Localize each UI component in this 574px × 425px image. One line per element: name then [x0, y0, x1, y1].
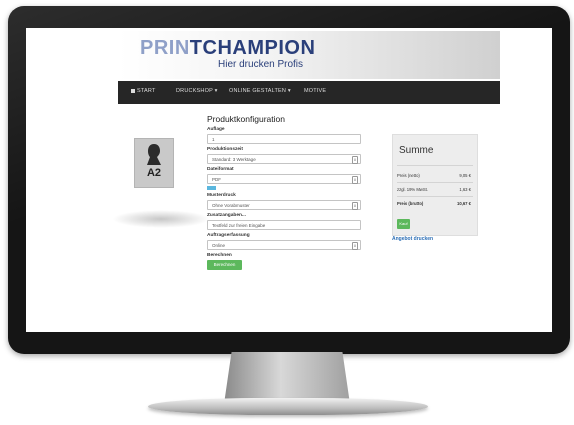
nav-item-online-gestalten[interactable]: ONLINE GESTALTEN ▾ [229, 88, 291, 94]
produktionszeit-value: Standard: 3 Werktage [212, 157, 256, 162]
form-title: Produktkonfiguration [207, 114, 285, 124]
select-arrows-icon: ⇕ [352, 242, 358, 250]
logo-tagline: Hier drucken Profis [218, 59, 304, 70]
monitor-stand-base [148, 398, 428, 415]
buy-button[interactable]: Kauf [397, 219, 410, 229]
calculate-button[interactable]: Berechnen [207, 260, 242, 270]
summary-row-value: 9,05 € [459, 173, 471, 178]
info-chip[interactable] [207, 186, 216, 190]
logo-light-text: PRIN [140, 37, 190, 59]
nav-item-druckshop[interactable]: DRUCKSHOP ▾ [176, 88, 218, 94]
nav-item-start[interactable]: START [137, 88, 156, 94]
main-navbar: START DRUCKSHOP ▾ ONLINE GESTALTEN ▾ MOT… [118, 81, 500, 104]
produktionszeit-select[interactable]: Standard: 3 Werktage ⇕ [207, 154, 361, 164]
monitor-stand-neck [224, 352, 350, 404]
screen: PRINTCHAMPION Hier drucken Profis START … [26, 28, 552, 332]
summary-row-label: Preis (brutto) [397, 201, 424, 206]
select-arrows-icon: ⇕ [352, 176, 358, 184]
summary-row-value: 10,67 € [457, 201, 471, 206]
zusatzangaben-input[interactable]: Textfeld zur freien Eingabe [207, 220, 361, 230]
dateiformat-label: Dateiformat [207, 167, 234, 172]
summary-row-gross: Preis (brutto) 10,67 € [397, 201, 473, 206]
zusatzangaben-label: Zusatzangaben... [207, 213, 246, 218]
auflage-input[interactable]: 1 [207, 134, 361, 144]
dateiformat-select[interactable]: PDF ⇕ [207, 174, 361, 184]
nav-item-motive[interactable]: MOTIVE [304, 88, 326, 94]
auflage-label: Auflage [207, 127, 225, 132]
select-arrows-icon: ⇕ [352, 156, 358, 164]
product-thumbnail: A2 [134, 138, 174, 188]
produktionszeit-label: Produktionszeit [207, 147, 243, 152]
auftragserfassung-label: Auftragserfassung [207, 233, 250, 238]
summary-panel: Summe Preis (netto) 9,05 € zzgl. 19% MwS… [392, 134, 478, 236]
zusatzangaben-placeholder: Textfeld zur freien Eingabe [212, 223, 266, 228]
auftragserfassung-select[interactable]: Online ⇕ [207, 240, 361, 250]
summary-row-vat: zzgl. 19% MwSt. 1,63 € [397, 187, 473, 192]
dateiformat-value: PDF [212, 177, 221, 182]
summary-divider [397, 196, 473, 197]
product-config-form: Produktkonfiguration Auflage 1 Produktio… [207, 114, 361, 270]
berechnen-label: Berechnen [207, 253, 232, 258]
summary-row-value: 1,63 € [459, 187, 471, 192]
product-size-label: A2 [146, 167, 162, 179]
musterdruck-select[interactable]: Ohne Vorabmuster ⇕ [207, 200, 361, 210]
auftragserfassung-value: Online [212, 243, 226, 248]
musterdruck-value: Ohne Vorabmuster [212, 203, 250, 208]
summary-title: Summe [399, 145, 434, 156]
summary-row-net: Preis (netto) 9,05 € [397, 173, 473, 178]
musterdruck-label: Musterdruck [207, 193, 236, 198]
select-arrows-icon: ⇕ [352, 202, 358, 210]
product-shadow [112, 210, 210, 228]
logo-bold-text: TCHAMPION [189, 37, 316, 59]
summary-divider [397, 182, 473, 183]
print-offer-link[interactable]: Angebot drucken [392, 236, 433, 242]
summary-row-label: zzgl. 19% MwSt. [397, 187, 428, 192]
home-icon [131, 89, 135, 93]
summary-divider [397, 165, 473, 166]
logo[interactable]: PRINTCHAMPION [140, 37, 315, 60]
portrait-silhouette-icon [147, 144, 161, 165]
auflage-value: 1 [212, 137, 215, 142]
summary-row-label: Preis (netto) [397, 173, 420, 178]
header-banner: PRINTCHAMPION Hier drucken Profis [118, 31, 500, 79]
